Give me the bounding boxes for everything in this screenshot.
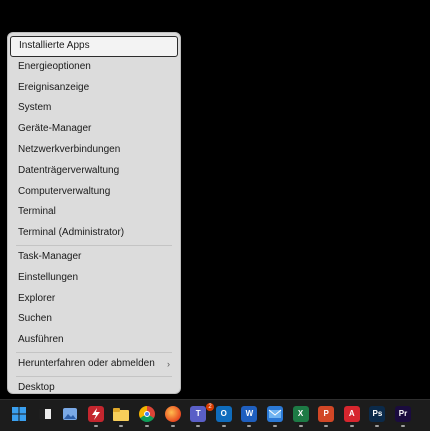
flash-app-icon[interactable] (87, 406, 104, 422)
excel-icon[interactable]: X (292, 406, 309, 422)
word-icon[interactable]: W (241, 406, 258, 422)
menu-item-settings[interactable]: Einstellungen (10, 268, 178, 289)
running-indicator (375, 425, 380, 427)
teams-icon[interactable]: T (190, 406, 207, 422)
menu-item-desktop[interactable]: Desktop (10, 378, 178, 399)
powerpoint-icon[interactable]: P (318, 406, 335, 422)
running-indicator (273, 425, 277, 427)
menu-item-disk-management[interactable]: Datenträgerverwaltung (10, 161, 178, 182)
running-indicator (93, 425, 98, 427)
menu-separator (16, 244, 172, 246)
menu-item-device-manager[interactable]: Geräte-Manager (10, 119, 178, 140)
acrobat-icon[interactable]: A (343, 406, 360, 422)
windows-start-icon[interactable] (11, 406, 27, 422)
menu-item-network-connections[interactable]: Netzwerkverbindungen (10, 140, 178, 161)
widgets-icon[interactable] (37, 406, 53, 422)
running-indicator (298, 425, 303, 427)
menu-item-label: Energieoptionen (18, 60, 91, 72)
menu-item-terminal[interactable]: Terminal (10, 202, 178, 223)
outlook-icon[interactable]: O (215, 406, 232, 422)
menu-item-label: Herunterfahren oder abmelden (18, 357, 155, 369)
menu-item-label: Ausführen (18, 334, 64, 346)
menu-item-computer-management[interactable]: Computerverwaltung (10, 182, 178, 203)
menu-separator (16, 375, 172, 377)
chrome-icon[interactable] (139, 406, 155, 422)
menu-item-power-options[interactable]: Energieoptionen (10, 57, 178, 78)
file-explorer-icon[interactable] (113, 406, 130, 422)
photos-icon[interactable] (62, 406, 78, 422)
menu-item-label: Ereignisanzeige (18, 81, 90, 93)
teams-notification-badge: 2 (206, 403, 214, 411)
menu-item-event-viewer[interactable]: Ereignisanzeige (10, 78, 178, 99)
context-menu: Installierte Apps Energieoptionen Ereign… (7, 32, 181, 394)
menu-item-terminal-admin[interactable]: Terminal (Administrator) (10, 223, 178, 244)
menu-item-system[interactable]: System (10, 98, 178, 119)
running-indicator (324, 425, 329, 427)
running-indicator (145, 425, 149, 427)
menu-item-task-manager[interactable]: Task-Manager (10, 247, 178, 268)
menu-separator (16, 351, 172, 353)
menu-item-label: Computerverwaltung (18, 185, 111, 197)
menu-item-label: Datenträgerverwaltung (18, 164, 120, 176)
menu-item-run[interactable]: Ausführen (10, 330, 178, 351)
running-indicator (196, 425, 201, 427)
menu-item-explorer[interactable]: Explorer (10, 289, 178, 310)
menu-item-installed-apps[interactable]: Installierte Apps (10, 36, 178, 57)
mail-icon[interactable] (267, 406, 283, 422)
firefox-icon[interactable] (164, 406, 181, 422)
menu-item-label: System (18, 102, 52, 114)
menu-item-label: Geräte-Manager (18, 123, 92, 135)
menu-item-label: Explorer (18, 292, 56, 304)
taskbar: 2 T O W X P A Ps Pr (0, 399, 430, 431)
running-indicator (247, 425, 252, 427)
running-indicator (119, 425, 124, 427)
photoshop-icon[interactable]: Ps (369, 406, 386, 422)
menu-item-label: Task-Manager (18, 250, 82, 262)
menu-item-shutdown-signout[interactable]: Herunterfahren oder abmelden › (10, 354, 178, 375)
running-indicator (221, 425, 226, 427)
menu-item-label: Terminal (18, 206, 56, 218)
running-indicator (401, 425, 405, 427)
menu-item-search[interactable]: Suchen (10, 309, 178, 330)
chevron-right-icon: › (167, 358, 170, 369)
running-indicator (170, 425, 175, 427)
menu-item-label: Suchen (18, 313, 52, 325)
menu-item-label: Installierte Apps (19, 40, 90, 51)
menu-item-label: Einstellungen (18, 271, 79, 283)
menu-item-label: Netzwerkverbindungen (18, 143, 121, 155)
menu-item-label: Desktop (18, 381, 55, 393)
premiere-icon[interactable]: Pr (395, 406, 411, 422)
menu-item-label: Terminal (Administrator) (18, 227, 125, 239)
running-indicator (349, 425, 354, 427)
